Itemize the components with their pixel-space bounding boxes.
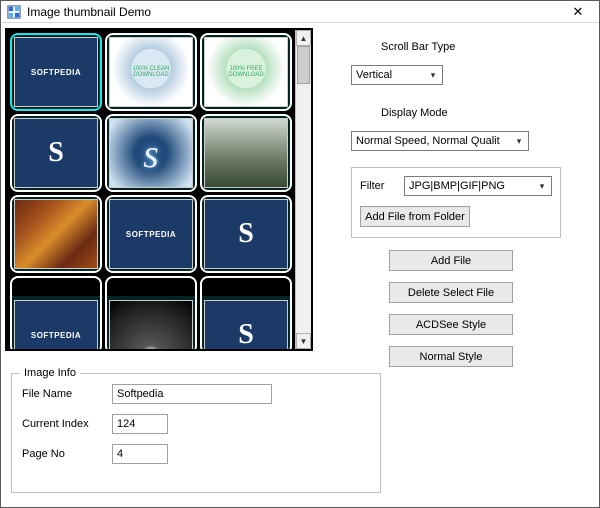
add-file-button[interactable]: Add File [389, 250, 513, 271]
thumbnail-scrollbar[interactable]: ▲ ▼ [295, 30, 311, 349]
thumbnail-item[interactable]: 100% FREEDOWNLOAD [200, 33, 292, 111]
chevron-down-icon[interactable]: ▾ [426, 67, 440, 83]
display-mode-value: Normal Speed, Normal Qualit [356, 135, 512, 147]
scroll-up-icon[interactable]: ▲ [296, 30, 311, 46]
add-file-from-folder-button[interactable]: Add File from Folder [360, 206, 470, 227]
close-icon[interactable]: ✕ [561, 3, 595, 21]
image-info-legend: Image Info [20, 367, 80, 379]
scrollbar-thumb[interactable] [297, 46, 310, 84]
thumbnail-item[interactable]: S [10, 114, 102, 192]
thumbnail-item[interactable]: s [105, 114, 197, 192]
page-no-input[interactable]: 4 [112, 444, 168, 464]
display-mode-select[interactable]: Normal Speed, Normal Qualit ▾ [351, 131, 529, 151]
thumbnail-item[interactable] [200, 114, 292, 192]
thumbnail-item[interactable] [10, 195, 102, 273]
scrollbar-track[interactable] [296, 46, 311, 333]
window-title: Image thumbnail Demo [27, 5, 561, 19]
window-frame: Image thumbnail Demo ✕ SOFTPEDIA 100% CL… [0, 0, 600, 508]
display-mode-label: Display Mode [381, 107, 587, 119]
file-name-input[interactable]: Softpedia [112, 384, 272, 404]
chevron-down-icon[interactable]: ▾ [512, 133, 526, 149]
acdsee-style-button[interactable]: ACDSee Style [389, 314, 513, 335]
scroll-bar-type-select[interactable]: Vertical ▾ [351, 65, 443, 85]
thumbnail-item[interactable]: SOFTPEDIA [10, 276, 102, 349]
titlebar[interactable]: Image thumbnail Demo ✕ [1, 1, 599, 23]
filter-label: Filter [360, 180, 404, 192]
thumbnail-item[interactable]: S [200, 276, 292, 349]
thumbnail-item[interactable]: SOFTPEDIA [10, 33, 102, 111]
delete-select-file-button[interactable]: Delete Select File [389, 282, 513, 303]
scroll-bar-type-label: Scroll Bar Type [381, 41, 587, 53]
client-area: SOFTPEDIA 100% CLEANDOWNLOAD 100% FREEDO… [1, 23, 599, 507]
scroll-bar-type-value: Vertical [356, 69, 426, 81]
thumbnail-item[interactable]: SOFTPEDIA [105, 195, 197, 273]
normal-style-button[interactable]: Normal Style [389, 346, 513, 367]
thumbnail-grid: SOFTPEDIA 100% CLEANDOWNLOAD 100% FREEDO… [7, 30, 295, 349]
file-name-label: File Name [22, 388, 112, 400]
current-index-label: Current Index [22, 418, 112, 430]
thumbnail-panel: SOFTPEDIA 100% CLEANDOWNLOAD 100% FREEDO… [5, 28, 313, 351]
image-info-fieldset: Image Info File Name Softpedia Current I… [11, 373, 381, 493]
filter-value: JPG|BMP|GIF|PNG [409, 180, 535, 192]
scroll-down-icon[interactable]: ▼ [296, 333, 311, 349]
app-icon [7, 5, 21, 19]
thumbnail-item[interactable] [105, 276, 197, 349]
filter-select[interactable]: JPG|BMP|GIF|PNG ▾ [404, 176, 552, 196]
filter-group: Filter JPG|BMP|GIF|PNG ▾ Add File from F… [351, 167, 561, 238]
thumbnail-item[interactable]: S [200, 195, 292, 273]
current-index-input[interactable]: 124 [112, 414, 168, 434]
chevron-down-icon[interactable]: ▾ [535, 178, 549, 194]
thumbnail-item[interactable]: 100% CLEANDOWNLOAD [105, 33, 197, 111]
controls-panel: Scroll Bar Type Vertical ▾ Display Mode … [351, 33, 587, 378]
page-no-label: Page No [22, 448, 112, 460]
